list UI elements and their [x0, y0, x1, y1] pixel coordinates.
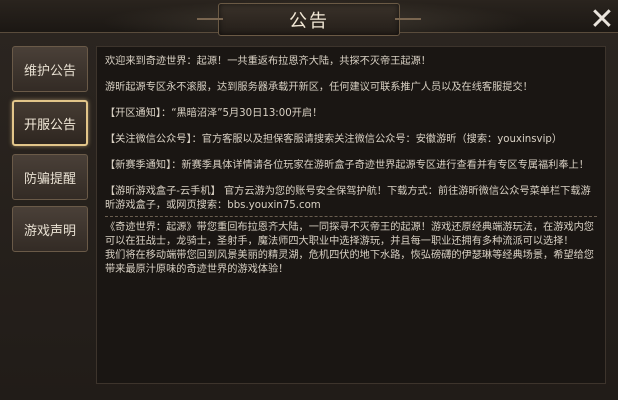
- server-policy-paragraph: 游昕起源专区永不滚服，达到服务器承载开新区，任何建议可联系推广人员以及在线客服提…: [105, 82, 533, 93]
- content-divider: [105, 216, 597, 217]
- cloud-phone-notice: 【游昕游戏盒子-云手机】 官方云游为您的账号安全保驾护航！下载方式：前往游昕微信…: [105, 186, 591, 211]
- welcome-paragraph: 欢迎来到奇迹世界：起源！一共重返布拉恩齐大陆，共探不灭帝王起源！: [105, 56, 431, 67]
- game-scenes-paragraph: 我们将在移动端带您回到风景美丽的精灵湖，危机四伏的地下水路，恢弘磅礴的伊瑟琳等经…: [105, 250, 594, 275]
- dialog-title-plate: 公告: [197, 3, 421, 36]
- close-icon[interactable]: ✕: [588, 5, 616, 35]
- tab-server-launch-notice[interactable]: 开服公告: [12, 100, 88, 146]
- server-open-notice: 【开区通知】：“黑暗沼泽”5月30日13:00开启！: [105, 108, 323, 119]
- game-intro-paragraph: 《奇迹世界：起源》带您重回布拉恩齐大陆，一同探寻不灭帝王的起源！游戏还原经典端游…: [105, 222, 594, 247]
- tab-anti-fraud-reminder[interactable]: 防骗提醒: [12, 154, 88, 200]
- tab-maintenance-notice[interactable]: 维护公告: [12, 46, 88, 92]
- dialog-title: 公告: [289, 10, 329, 32]
- wechat-follow-notice: 【关注微信公众号】：官方客服以及担保客服请搜索关注微信公众号：安徽游昕（搜索：y…: [105, 134, 563, 145]
- announcement-content: 欢迎来到奇迹世界：起源！一共重返布拉恩齐大陆，共探不灭帝王起源！ 游昕起源专区永…: [96, 46, 606, 384]
- tab-game-statement[interactable]: 游戏声明: [12, 206, 88, 252]
- new-season-notice: 【新赛季通知】：新赛季具体详情请各位玩家在游昕盒子奇迹世界起源专区进行查看并有专…: [105, 160, 589, 171]
